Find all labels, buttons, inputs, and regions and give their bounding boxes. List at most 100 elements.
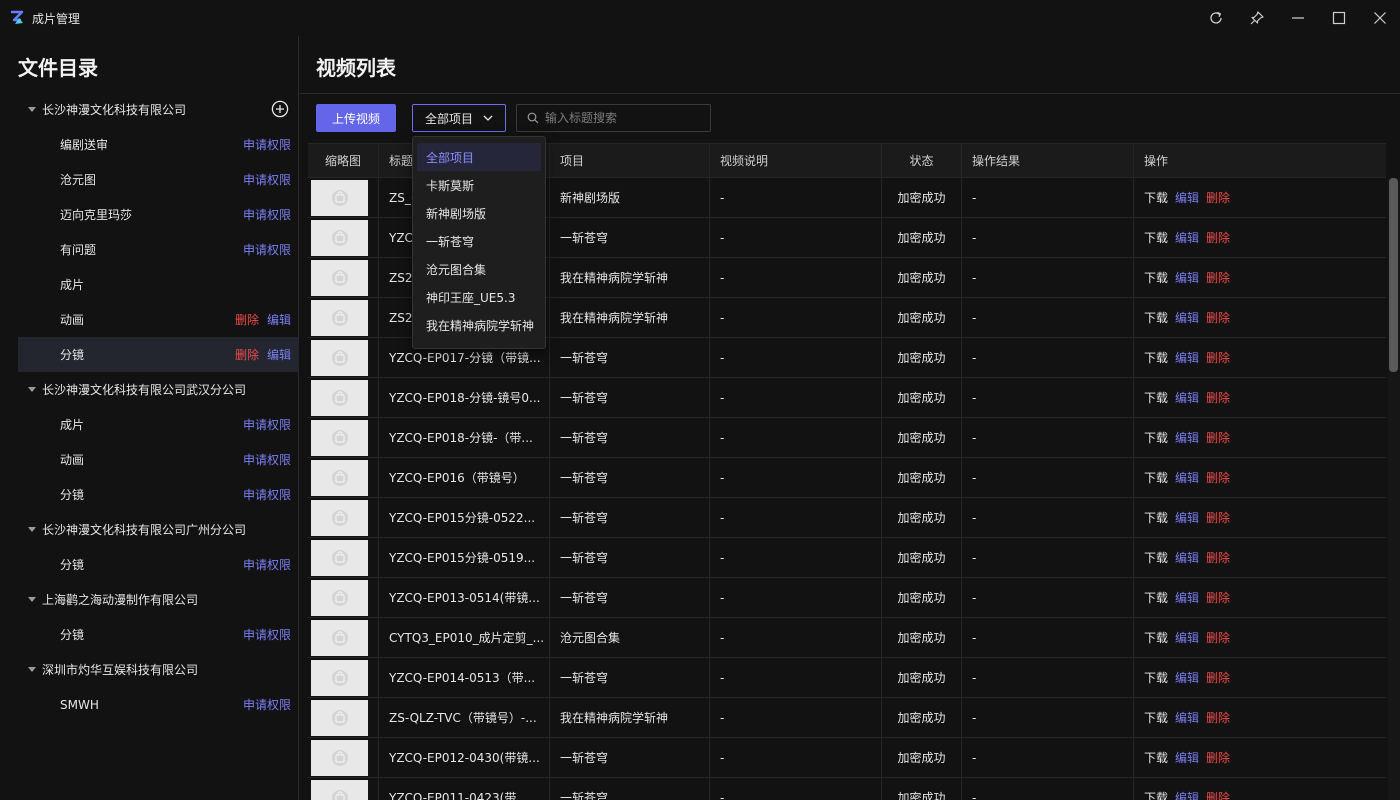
download-link[interactable]: 下载 bbox=[1144, 709, 1168, 726]
download-link[interactable]: 下载 bbox=[1144, 469, 1168, 486]
video-thumbnail[interactable] bbox=[311, 379, 368, 416]
edit-link[interactable]: 编辑 bbox=[1175, 629, 1199, 646]
download-link[interactable]: 下载 bbox=[1144, 789, 1168, 800]
delete-link[interactable]: 删除 bbox=[1206, 789, 1230, 800]
video-thumbnail[interactable] bbox=[311, 339, 368, 376]
tree-item[interactable]: 编剧送审 申请权限 bbox=[18, 127, 299, 162]
video-thumbnail[interactable] bbox=[311, 659, 368, 696]
download-link[interactable]: 下载 bbox=[1144, 589, 1168, 606]
download-link[interactable]: 下载 bbox=[1144, 229, 1168, 246]
tree-item[interactable]: 成片 申请权限 bbox=[18, 407, 299, 442]
tree-item[interactable]: 迈向克里玛莎 申请权限 bbox=[18, 197, 299, 232]
video-thumbnail[interactable] bbox=[311, 459, 368, 496]
delete-link[interactable]: 删除 bbox=[1206, 709, 1230, 726]
delete-link[interactable]: 删除 bbox=[1206, 749, 1230, 766]
video-thumbnail[interactable] bbox=[311, 739, 368, 776]
caret-down-icon[interactable] bbox=[28, 597, 36, 602]
dropdown-option[interactable]: 一斩苍穹 bbox=[417, 227, 541, 255]
download-link[interactable]: 下载 bbox=[1144, 189, 1168, 206]
edit-link[interactable]: 编辑 bbox=[1175, 429, 1199, 446]
dropdown-option[interactable]: 新神剧场版 bbox=[417, 199, 541, 227]
delete-link[interactable]: 删除 bbox=[1206, 269, 1230, 286]
edit-link[interactable]: 编辑 bbox=[1175, 669, 1199, 686]
edit-link[interactable]: 编辑 bbox=[1175, 749, 1199, 766]
delete-link[interactable]: 删除 bbox=[1206, 589, 1230, 606]
delete-link[interactable]: 删除 bbox=[1206, 389, 1230, 406]
video-thumbnail[interactable] bbox=[311, 499, 368, 536]
tree-group[interactable]: 长沙神漫文化科技有限公司 bbox=[18, 92, 299, 127]
edit-link[interactable]: 编辑 bbox=[1175, 269, 1199, 286]
edit-link[interactable]: 编辑 bbox=[1175, 709, 1199, 726]
tree-item[interactable]: SMWH 申请权限 bbox=[18, 687, 299, 722]
tree-item[interactable]: 有问题 申请权限 bbox=[18, 232, 299, 267]
tree-group[interactable]: 上海鹳之海动漫制作有限公司 bbox=[18, 582, 299, 617]
download-link[interactable]: 下载 bbox=[1144, 309, 1168, 326]
dropdown-option[interactable]: 沧元图合集 bbox=[417, 255, 541, 283]
request-permission-link[interactable]: 申请权限 bbox=[243, 451, 291, 468]
download-link[interactable]: 下载 bbox=[1144, 509, 1168, 526]
tree-item[interactable]: 分镜 申请权限 bbox=[18, 617, 299, 652]
request-permission-link[interactable]: 申请权限 bbox=[243, 486, 291, 503]
delete-link[interactable]: 删除 bbox=[1206, 429, 1230, 446]
delete-link[interactable]: 删除 bbox=[1206, 349, 1230, 366]
request-permission-link[interactable]: 申请权限 bbox=[243, 556, 291, 573]
delete-link[interactable]: 删除 bbox=[235, 311, 259, 328]
table-row[interactable]: YZCQ-EP018-分镜-（带... 一斩苍穹 - 加密成功 - 下载 编辑 删除 bbox=[308, 418, 1386, 458]
request-permission-link[interactable]: 申请权限 bbox=[243, 241, 291, 258]
table-row[interactable]: YZCQ-EP012-0430(带镜... 一斩苍穹 - 加密成功 - 下载 编辑 删除 bbox=[308, 738, 1386, 778]
tree-item[interactable]: 动画 删除 编辑 bbox=[18, 302, 299, 337]
request-permission-link[interactable]: 申请权限 bbox=[243, 416, 291, 433]
refresh-button[interactable] bbox=[1195, 0, 1236, 36]
tree-item[interactable]: 动画 申请权限 bbox=[18, 442, 299, 477]
video-thumbnail[interactable] bbox=[311, 699, 368, 736]
delete-link[interactable]: 删除 bbox=[235, 346, 259, 363]
maximize-button[interactable] bbox=[1318, 0, 1359, 36]
request-permission-link[interactable]: 申请权限 bbox=[243, 206, 291, 223]
search-box[interactable] bbox=[516, 104, 711, 132]
edit-link[interactable]: 编辑 bbox=[1175, 229, 1199, 246]
request-permission-link[interactable]: 申请权限 bbox=[243, 696, 291, 713]
edit-link[interactable]: 编辑 bbox=[1175, 509, 1199, 526]
video-thumbnail[interactable] bbox=[311, 539, 368, 576]
video-thumbnail[interactable] bbox=[311, 299, 368, 336]
edit-link[interactable]: 编辑 bbox=[1175, 349, 1199, 366]
tree-item[interactable]: 沧元图 申请权限 bbox=[18, 162, 299, 197]
delete-link[interactable]: 删除 bbox=[1206, 229, 1230, 246]
search-input[interactable] bbox=[545, 111, 705, 125]
delete-link[interactable]: 删除 bbox=[1206, 669, 1230, 686]
download-link[interactable]: 下载 bbox=[1144, 429, 1168, 446]
table-row[interactable]: YZCQ-EP018-分镜-镜号0... 一斩苍穹 - 加密成功 - 下载 编辑 删除 bbox=[308, 378, 1386, 418]
table-row[interactable]: YZCQ-EP015分镜-0519... 一斩苍穹 - 加密成功 - 下载 编辑 删除 bbox=[308, 538, 1386, 578]
table-row[interactable]: YZCQ-EP014-0513（带... 一斩苍穹 - 加密成功 - 下载 编辑 删除 bbox=[308, 658, 1386, 698]
video-thumbnail[interactable] bbox=[311, 179, 368, 216]
download-link[interactable]: 下载 bbox=[1144, 629, 1168, 646]
pin-button[interactable] bbox=[1236, 0, 1277, 36]
table-row[interactable]: YZCQ-EP011-0423(带... 一斩苍穹 - 加密成功 - 下载 编辑 删除 bbox=[308, 778, 1386, 800]
edit-link[interactable]: 编辑 bbox=[1175, 309, 1199, 326]
video-thumbnail[interactable] bbox=[311, 779, 368, 800]
caret-down-icon[interactable] bbox=[28, 667, 36, 672]
download-link[interactable]: 下载 bbox=[1144, 269, 1168, 286]
download-link[interactable]: 下载 bbox=[1144, 389, 1168, 406]
edit-link[interactable]: 编辑 bbox=[1175, 189, 1199, 206]
table-row[interactable]: YZCQ-EP016（带镜号） 一斩苍穹 - 加密成功 - 下载 编辑 删除 bbox=[308, 458, 1386, 498]
delete-link[interactable]: 删除 bbox=[1206, 509, 1230, 526]
download-link[interactable]: 下载 bbox=[1144, 669, 1168, 686]
tree-item[interactable]: 成片 bbox=[18, 267, 299, 302]
dropdown-option[interactable]: 全部项目 bbox=[417, 143, 541, 171]
minimize-button[interactable] bbox=[1277, 0, 1318, 36]
tree-item[interactable]: 分镜 申请权限 bbox=[18, 477, 299, 512]
tree-group[interactable]: 深圳市灼华互娱科技有限公司 bbox=[18, 652, 299, 687]
caret-down-icon[interactable] bbox=[28, 107, 36, 112]
edit-link[interactable]: 编辑 bbox=[1175, 789, 1199, 800]
tree-item[interactable]: 分镜 申请权限 bbox=[18, 547, 299, 582]
tree-group[interactable]: 长沙神漫文化科技有限公司武汉分公司 bbox=[18, 372, 299, 407]
request-permission-link[interactable]: 申请权限 bbox=[243, 171, 291, 188]
delete-link[interactable]: 删除 bbox=[1206, 309, 1230, 326]
download-link[interactable]: 下载 bbox=[1144, 349, 1168, 366]
close-button[interactable] bbox=[1359, 0, 1400, 36]
request-permission-link[interactable]: 申请权限 bbox=[243, 626, 291, 643]
tree-item[interactable]: 分镜 删除 编辑 bbox=[18, 337, 299, 372]
video-thumbnail[interactable] bbox=[311, 619, 368, 656]
download-link[interactable]: 下载 bbox=[1144, 749, 1168, 766]
